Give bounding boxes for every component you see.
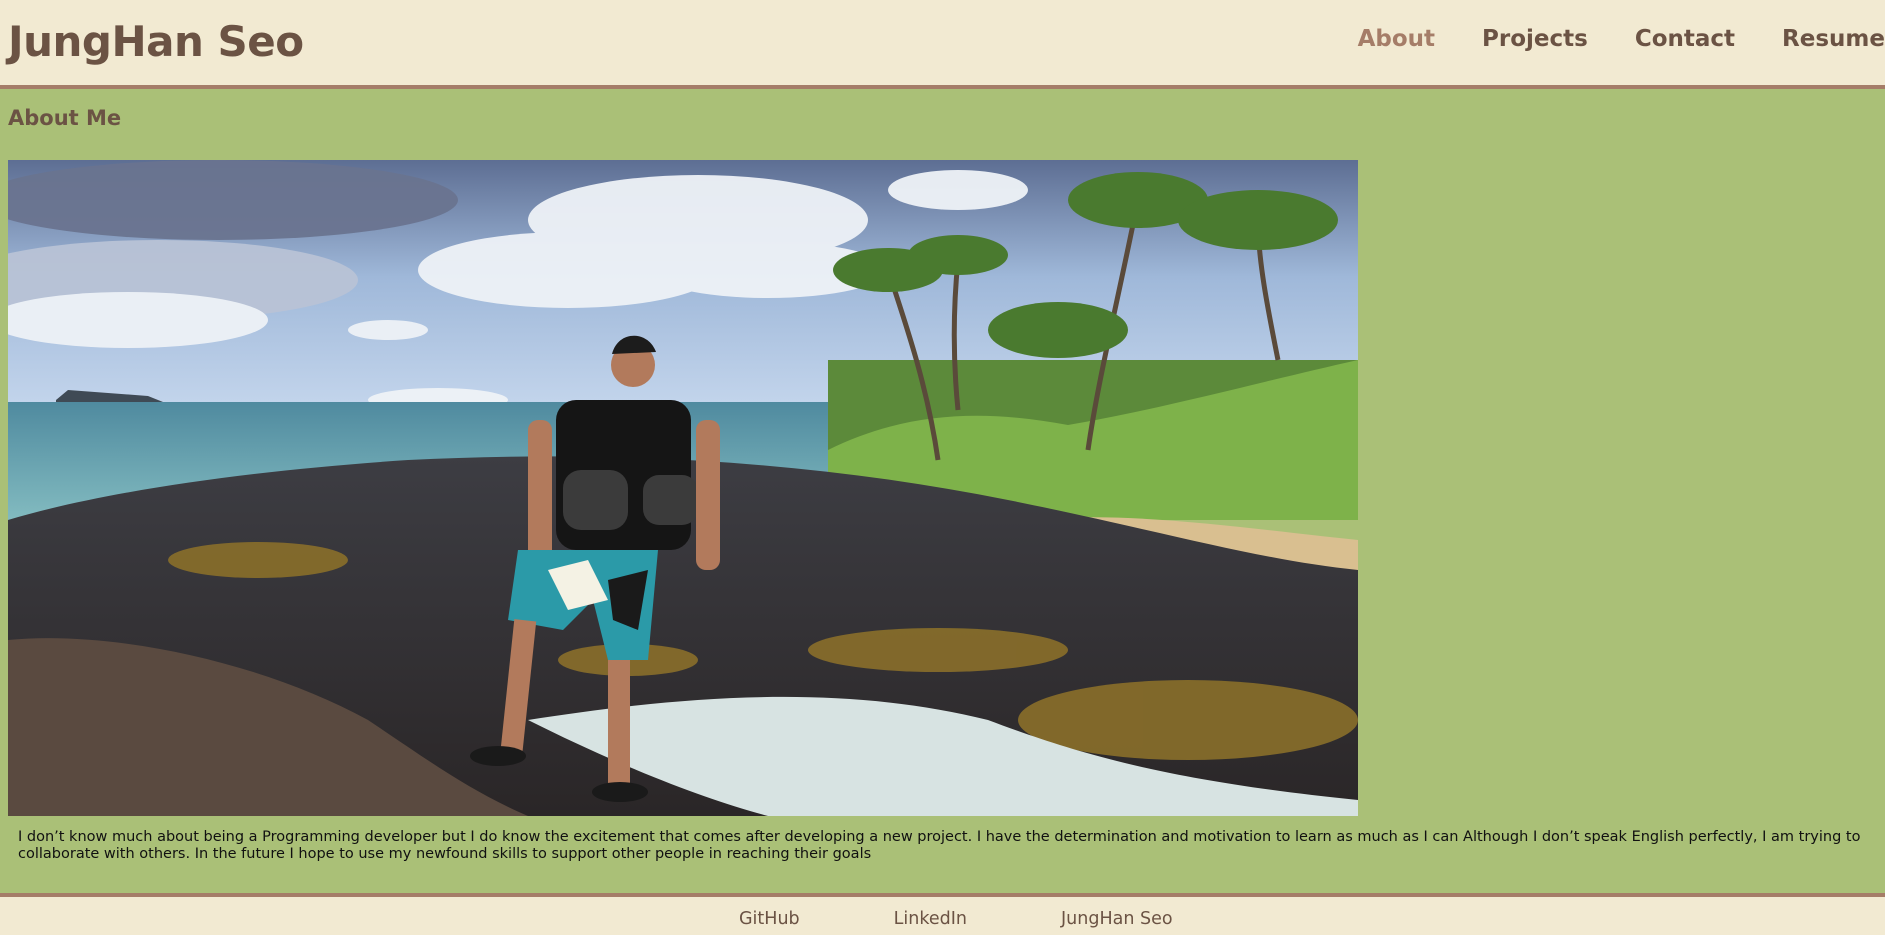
footer-links: GitHub LinkedIn JungHan Seo xyxy=(739,909,1173,929)
profile-photo xyxy=(8,160,1358,816)
footer-github-link[interactable]: GitHub xyxy=(739,909,800,929)
nav-resume[interactable]: Resume xyxy=(1782,26,1885,52)
main-nav: About Projects Contact Resume xyxy=(1358,26,1885,52)
bio-text: I don’t know much about being a Programm… xyxy=(18,829,1861,862)
beach-photo-image xyxy=(8,160,1358,816)
site-title[interactable]: JungHan Seo xyxy=(8,17,304,66)
nav-about[interactable]: About xyxy=(1358,26,1435,52)
footer-linkedin-link[interactable]: LinkedIn xyxy=(894,909,967,929)
section-title: About Me xyxy=(8,106,122,130)
about-section: About Me I don’t know much about being a… xyxy=(0,89,1885,893)
site-header: JungHan Seo About Projects Contact Resum… xyxy=(0,0,1885,89)
site-footer: GitHub LinkedIn JungHan Seo xyxy=(0,893,1885,935)
nav-contact[interactable]: Contact xyxy=(1635,26,1735,52)
footer-name-link[interactable]: JungHan Seo xyxy=(1061,909,1173,929)
nav-projects[interactable]: Projects xyxy=(1482,26,1588,52)
